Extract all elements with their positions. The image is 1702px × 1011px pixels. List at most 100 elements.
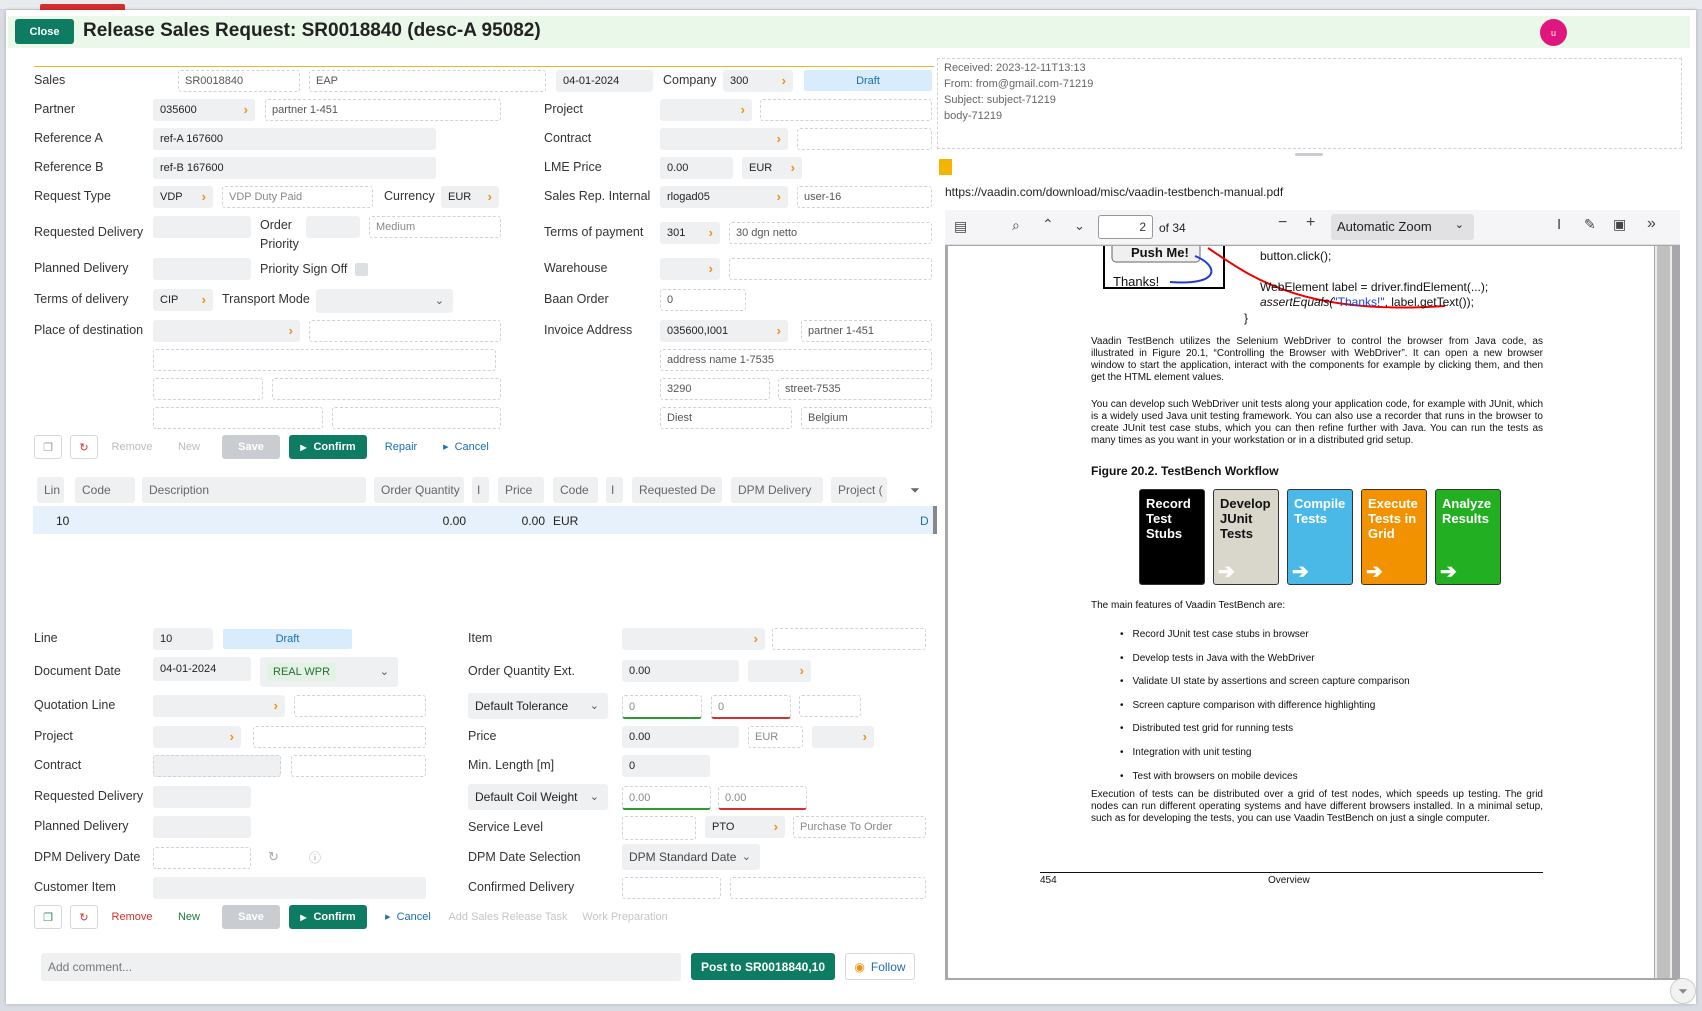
copy-icon[interactable]: ❐ xyxy=(34,435,62,459)
column-header-line[interactable]: Lin xyxy=(37,477,64,503)
column-header-dpm-delivery[interactable]: DPM Delivery xyxy=(731,477,823,503)
order-priority-code-field[interactable] xyxy=(306,216,360,238)
search-icon[interactable]: ⌕ xyxy=(1012,217,1020,234)
double-chevron-right-icon[interactable]: » xyxy=(1647,215,1656,233)
planned-delivery-field[interactable] xyxy=(153,258,251,280)
baan-order-field[interactable]: 0 xyxy=(660,289,746,311)
chevron-down-icon[interactable]: ⌄ xyxy=(1074,218,1085,234)
tolerance-max-field[interactable]: 0 xyxy=(711,695,791,719)
line-new-button[interactable]: New xyxy=(166,905,212,929)
reload-icon[interactable]: ↻ xyxy=(268,849,279,865)
order-quantity-unit-field[interactable]: › xyxy=(748,660,811,682)
filter-fab-icon[interactable]: ⏷ xyxy=(1670,978,1696,1004)
project-desc-field[interactable] xyxy=(760,99,932,121)
terms-of-payment-field[interactable]: 301 › xyxy=(660,222,720,244)
image-icon[interactable]: ▣ xyxy=(1613,216,1626,233)
transport-mode-select[interactable]: ⌄ xyxy=(316,289,453,313)
quotation-line-field[interactable]: › xyxy=(153,695,285,717)
item-desc-field[interactable] xyxy=(772,628,926,650)
item-field[interactable]: › xyxy=(622,628,765,650)
zoom-select[interactable]: Automatic Zoom ⌄ xyxy=(1331,214,1474,240)
invoice-country-field[interactable]: Belgium xyxy=(801,407,932,429)
refresh-icon[interactable]: ↻ xyxy=(70,905,98,929)
destination-zip-field[interactable] xyxy=(153,378,263,400)
copy-icon[interactable]: ❐ xyxy=(34,905,62,929)
repair-button[interactable]: Repair xyxy=(376,435,426,459)
line-save-button[interactable]: Save xyxy=(222,905,280,929)
requested-delivery-field[interactable] xyxy=(153,216,251,238)
line-cancel-button[interactable]: ▶ Cancel xyxy=(380,905,436,929)
request-type-desc-field[interactable]: VDP Duty Paid xyxy=(222,186,373,208)
zoom-out-icon[interactable]: − xyxy=(1278,214,1287,232)
remove-button[interactable]: Remove xyxy=(106,435,158,459)
sales-date-field[interactable]: 04-01-2024 xyxy=(556,70,653,92)
column-header-description[interactable]: Description xyxy=(142,477,366,503)
zoom-in-icon[interactable]: + xyxy=(1306,214,1315,232)
invoice-city-field[interactable]: Diest xyxy=(660,407,792,429)
pen-icon[interactable]: ✎ xyxy=(1584,216,1596,233)
sales-rep-user-field[interactable]: user-16 xyxy=(797,186,932,208)
lme-currency-field[interactable]: EUR › xyxy=(742,157,802,179)
line-project-desc-field[interactable] xyxy=(253,726,426,748)
partner-code-field[interactable]: 035600 › xyxy=(153,99,255,121)
coil-weight-min-field[interactable]: 0.00 xyxy=(622,786,711,810)
info-icon[interactable]: ⓘ xyxy=(309,849,321,866)
refresh-icon[interactable]: ↻ xyxy=(70,435,98,459)
company-field[interactable]: 300 › xyxy=(723,70,793,92)
wpr-select[interactable]: REAL WPR ⌄ xyxy=(260,657,398,687)
pdf-scrollbar-thumb[interactable] xyxy=(1657,246,1670,978)
line-price-unit-field[interactable]: › xyxy=(812,726,874,748)
add-sales-release-task-button[interactable]: Add Sales Release Task xyxy=(444,905,572,929)
partner-name-field[interactable]: partner 1-451 xyxy=(265,99,501,121)
currency-field[interactable]: EUR › xyxy=(441,186,499,208)
page-number-input[interactable]: 2 xyxy=(1098,215,1153,239)
text-cursor-icon[interactable]: I xyxy=(1557,216,1561,233)
column-header-order-quantity[interactable]: Order Quantity xyxy=(374,477,464,503)
service-level-desc-field[interactable]: Purchase To Order xyxy=(793,816,926,838)
tolerance-extra-field[interactable] xyxy=(799,695,861,717)
order-quantity-ext-field[interactable]: 0.00 xyxy=(622,660,739,682)
min-length-field[interactable]: 0 xyxy=(622,755,710,777)
invoice-address-name-field[interactable]: address name 1-7535 xyxy=(660,349,932,371)
line-confirm-button[interactable]: ▶ Confirm xyxy=(289,905,367,929)
destination-street-field[interactable] xyxy=(272,378,501,400)
line-price-field[interactable]: 0.00 xyxy=(622,726,739,748)
column-header-currency-code[interactable]: Code xyxy=(553,477,598,503)
destination-address-field[interactable] xyxy=(153,349,496,371)
filter-icon[interactable]: ⏷ xyxy=(899,477,931,503)
priority-signoff-checkbox[interactable] xyxy=(355,263,368,276)
line-remove-button[interactable]: Remove xyxy=(106,905,158,929)
line-requested-delivery-field[interactable] xyxy=(153,786,251,808)
service-level-code-field[interactable] xyxy=(622,816,696,840)
chevron-up-icon[interactable]: ⌃ xyxy=(1042,216,1054,233)
document-date-field[interactable]: 04-01-2024 xyxy=(153,657,251,681)
save-button[interactable]: Save xyxy=(222,435,280,459)
terms-of-payment-desc-field[interactable]: 30 dgn netto xyxy=(729,222,932,244)
avatar[interactable]: u xyxy=(1540,19,1567,46)
coil-weight-max-field[interactable]: 0.00 xyxy=(718,786,807,810)
line-project-field[interactable]: › xyxy=(153,726,241,748)
confirm-button[interactable]: ▶ Confirm xyxy=(289,435,367,459)
column-header-requested-delivery[interactable]: Requested De xyxy=(632,477,722,503)
place-of-destination-field[interactable]: › xyxy=(153,320,300,342)
resize-handle[interactable] xyxy=(1295,153,1323,156)
quotation-line-desc-field[interactable] xyxy=(294,695,426,717)
line-planned-delivery-field[interactable] xyxy=(153,816,251,838)
new-button[interactable]: New xyxy=(166,435,212,459)
line-price-currency-field[interactable]: EUR xyxy=(748,726,803,748)
tolerance-select[interactable]: Default Tolerance ⌄ xyxy=(468,693,608,719)
dpm-delivery-date-field[interactable] xyxy=(153,847,251,869)
sales-rep-field[interactable]: rlogad05 › xyxy=(660,186,788,208)
customer-item-field[interactable] xyxy=(153,877,426,899)
service-level-field[interactable]: PTO › xyxy=(705,816,785,838)
project-field[interactable]: › xyxy=(660,99,752,121)
confirmed-delivery-field[interactable] xyxy=(622,877,721,899)
confirmed-delivery-desc-field[interactable] xyxy=(730,877,926,899)
work-preparation-button[interactable]: Work Preparation xyxy=(580,905,670,929)
cancel-button[interactable]: ▶ Cancel xyxy=(436,435,496,459)
warehouse-desc-field[interactable] xyxy=(729,258,932,280)
destination-city-field[interactable] xyxy=(153,407,323,429)
sidebar-toggle-icon[interactable]: ▤ xyxy=(954,218,967,235)
grid-scrollbar[interactable] xyxy=(933,506,937,534)
column-header-project[interactable]: Project ( xyxy=(831,477,887,503)
